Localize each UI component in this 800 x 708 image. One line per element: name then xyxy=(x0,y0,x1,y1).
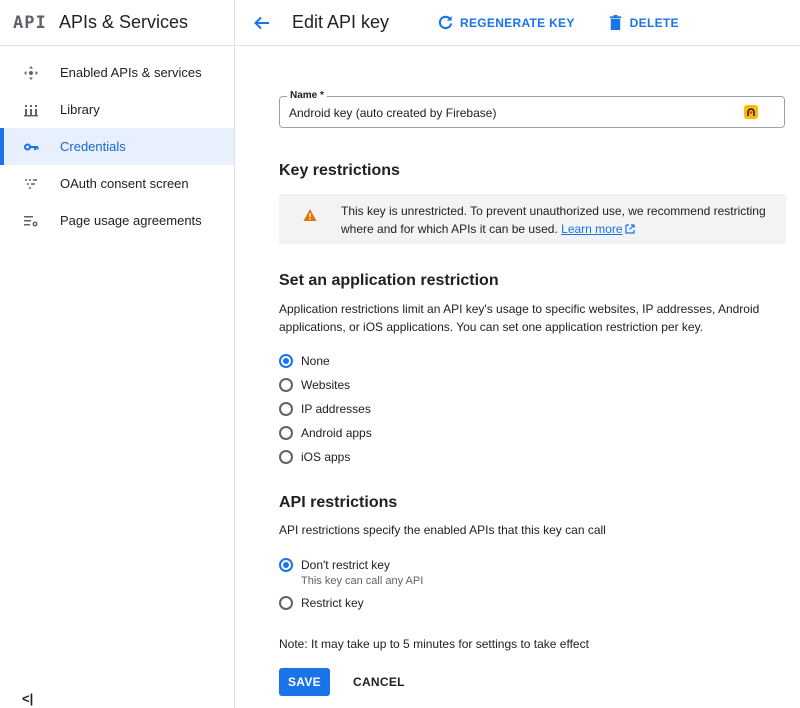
collapse-sidebar-button[interactable]: <| xyxy=(22,691,33,706)
sidebar-item-credentials[interactable]: Credentials xyxy=(0,128,234,165)
warning-icon xyxy=(303,209,317,221)
radio-button[interactable] xyxy=(279,426,293,440)
sidebar-item-label: Page usage agreements xyxy=(60,213,202,228)
firebase-badge-icon xyxy=(744,105,758,119)
consent-grid-icon xyxy=(2,176,60,192)
radio-app-android[interactable]: Android apps xyxy=(279,426,372,440)
radio-label: Websites xyxy=(301,378,351,392)
sidebar-item-enabled-apis[interactable]: Enabled APIs & services xyxy=(0,54,234,91)
arrow-back-icon xyxy=(254,16,269,29)
page-header: Edit API key REGENERATE KEY DELETE xyxy=(236,0,800,46)
api-logo: API xyxy=(13,12,47,33)
page-title: Edit API key xyxy=(292,12,390,32)
delete-label: DELETE xyxy=(629,15,679,30)
sidebar-nav: Enabled APIs & services Library Credenti… xyxy=(0,46,234,239)
sidebar-item-page-usage[interactable]: Page usage agreements xyxy=(0,202,234,239)
radio-button[interactable] xyxy=(279,558,293,572)
regenerate-key-button[interactable]: REGENERATE KEY xyxy=(437,14,575,31)
api-restrictions-heading: API restrictions xyxy=(279,494,398,511)
warning-text: This key is unrestricted. To prevent una… xyxy=(341,202,781,238)
sidebar-item-label: Enabled APIs & services xyxy=(60,65,202,80)
radio-button[interactable] xyxy=(279,354,293,368)
radio-button[interactable] xyxy=(279,378,293,392)
enabled-apis-icon xyxy=(2,65,60,81)
radio-label: iOS apps xyxy=(301,450,351,464)
library-icon xyxy=(2,102,60,118)
cancel-button[interactable]: CANCEL xyxy=(343,668,415,696)
radio-button[interactable] xyxy=(279,450,293,464)
radio-app-ip-addresses[interactable]: IP addresses xyxy=(279,402,371,416)
radio-label: IP addresses xyxy=(301,402,371,416)
back-button[interactable] xyxy=(236,14,288,32)
regenerate-key-label: REGENERATE KEY xyxy=(460,15,575,30)
radio-app-websites[interactable]: Websites xyxy=(279,378,350,392)
settings-note: Note: It may take up to 5 minutes for se… xyxy=(279,637,589,651)
unrestricted-warning-banner: This key is unrestricted. To prevent una… xyxy=(279,194,786,244)
radio-button[interactable] xyxy=(279,402,293,416)
warning-message: This key is unrestricted. To prevent una… xyxy=(341,204,766,236)
radio-button[interactable] xyxy=(279,596,293,610)
sidebar: API APIs & Services Enabled APIs & servi… xyxy=(0,0,235,708)
save-button[interactable]: SAVE xyxy=(279,668,330,696)
name-field-label: Name * xyxy=(287,90,327,101)
name-input[interactable]: Name * Android key (auto created by Fire… xyxy=(279,90,785,128)
sidebar-item-library[interactable]: Library xyxy=(0,91,234,128)
radio-label: None xyxy=(301,354,330,368)
app-restriction-heading: Set an application restriction xyxy=(279,272,499,289)
radio-label: Restrict key xyxy=(301,596,364,610)
settings-list-icon xyxy=(2,213,60,229)
learn-more-link[interactable]: Learn more xyxy=(561,222,622,236)
radio-app-ios[interactable]: iOS apps xyxy=(279,450,350,464)
name-field-value[interactable]: Android key (auto created by Firebase) xyxy=(289,106,496,120)
key-restrictions-heading: Key restrictions xyxy=(279,162,400,179)
radio-api-dont-restrict[interactable]: Don't restrict key xyxy=(279,558,390,572)
api-restrictions-description: API restrictions specify the enabled API… xyxy=(279,523,606,537)
product-title: APIs & Services xyxy=(59,12,189,32)
sidebar-item-label: Credentials xyxy=(60,139,126,154)
sidebar-item-label: OAuth consent screen xyxy=(60,176,189,191)
external-link-icon xyxy=(624,224,635,234)
radio-sub-text: This key can call any API xyxy=(301,575,424,587)
radio-api-restrict[interactable]: Restrict key xyxy=(279,596,364,610)
radio-app-none[interactable]: None xyxy=(279,354,330,368)
key-icon xyxy=(2,139,60,155)
radio-label: Don't restrict key xyxy=(301,558,390,572)
radio-label: Android apps xyxy=(301,426,372,440)
trash-icon xyxy=(609,14,621,31)
refresh-icon xyxy=(438,15,453,30)
delete-button[interactable]: DELETE xyxy=(607,14,679,31)
sidebar-item-oauth-consent[interactable]: OAuth consent screen xyxy=(0,165,234,202)
sidebar-item-label: Library xyxy=(60,102,100,117)
app-restriction-description: Application restrictions limit an API ke… xyxy=(279,302,760,334)
sidebar-header: API APIs & Services xyxy=(0,0,234,46)
